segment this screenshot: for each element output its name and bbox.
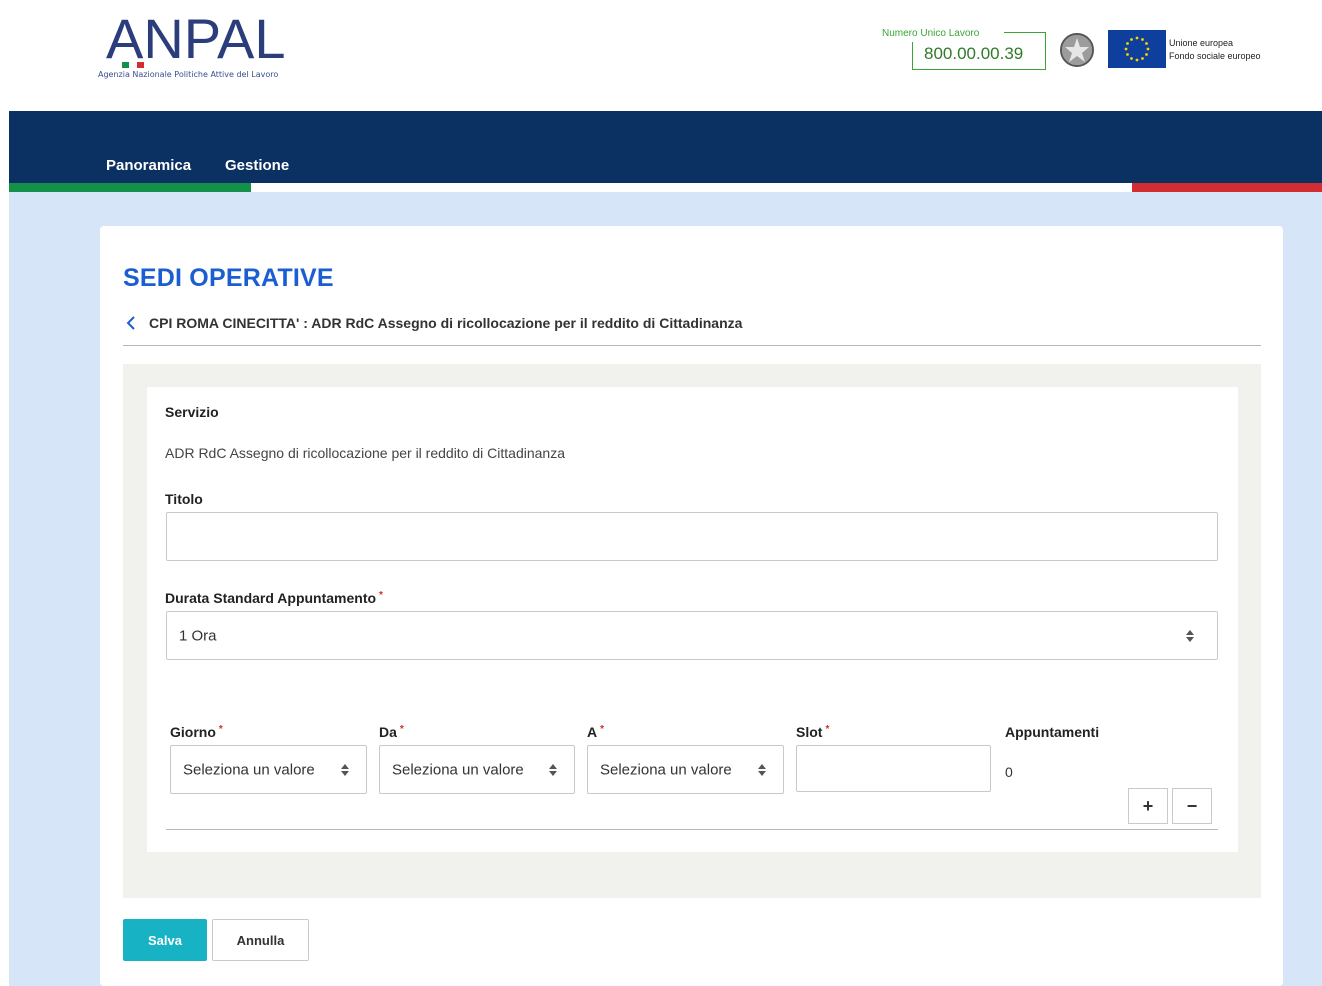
required-marker: * <box>399 724 404 735</box>
titolo-label: Titolo <box>165 491 203 507</box>
durata-label: Durata Standard Appuntamento * <box>165 590 383 606</box>
sort-updown-icon <box>341 763 349 776</box>
giorno-select[interactable]: Seleziona un valore <box>170 745 367 794</box>
durata-select-value: 1 Ora <box>179 627 217 644</box>
a-label: A * <box>587 724 604 740</box>
eu-flag-icon <box>1108 30 1166 68</box>
phone-box: Numero Unico Lavoro 800.00.00.39 <box>880 28 1046 70</box>
add-row-button[interactable]: + <box>1128 788 1168 824</box>
a-select-value: Seleziona un valore <box>600 761 732 778</box>
titolo-input[interactable] <box>166 512 1218 561</box>
tricolor-stripe <box>9 183 1322 192</box>
a-select[interactable]: Seleziona un valore <box>587 745 784 794</box>
required-marker: * <box>218 724 223 735</box>
anpal-logo[interactable]: ANPAL Agenzia Nazionale Politiche Attive… <box>96 10 316 86</box>
appuntamenti-value: 0 <box>1005 764 1013 780</box>
phone-number: 800.00.00.39 <box>924 44 1024 63</box>
giorno-label-text: Giorno <box>170 724 216 740</box>
durata-label-text: Durata Standard Appuntamento <box>165 590 377 606</box>
slot-label-text: Slot <box>796 724 823 740</box>
nav-item-gestione[interactable]: Gestione <box>225 157 289 174</box>
durata-select[interactable]: 1 Ora <box>166 611 1218 660</box>
servizio-value: ADR RdC Assegno di ricollocazione per il… <box>165 445 565 461</box>
eu-line-2: Fondo sociale europeo <box>1169 51 1261 61</box>
appuntamenti-label: Appuntamenti <box>1005 724 1100 740</box>
breadcrumb-text: CPI ROMA CINECITTA' : ADR RdC Assegno di… <box>149 315 743 331</box>
giorno-label: Giorno * <box>170 724 223 740</box>
required-marker: * <box>600 724 605 735</box>
anpal-logo-mark: ANPAL <box>106 10 285 64</box>
chevron-left-icon[interactable] <box>123 313 139 333</box>
page-title: SEDI OPERATIVE <box>123 264 334 292</box>
da-select[interactable]: Seleziona un valore <box>379 745 575 794</box>
main-nav: Panoramica Gestione <box>9 111 1322 183</box>
sort-updown-icon <box>549 763 557 776</box>
da-select-value: Seleziona un valore <box>392 761 524 778</box>
divider <box>123 345 1261 346</box>
sort-updown-icon <box>1186 629 1194 642</box>
eu-line-1: Unione europea <box>1169 38 1234 48</box>
save-button[interactable]: Salva <box>123 919 207 961</box>
logo-text: ANPAL <box>106 10 285 64</box>
a-label-text: A <box>587 724 598 740</box>
da-label: Da * <box>379 724 404 740</box>
italian-flag-icon <box>122 62 144 68</box>
logo-subtitle: Agenzia Nazionale Politiche Attive del L… <box>98 70 279 79</box>
eu-text: Unione europea Fondo sociale europeo <box>1169 37 1261 63</box>
italian-republic-emblem-icon <box>1060 33 1094 67</box>
giorno-select-value: Seleziona un valore <box>183 761 315 778</box>
slot-input[interactable] <box>796 745 991 792</box>
slot-label: Slot * <box>796 724 829 740</box>
nav-item-panoramica[interactable]: Panoramica <box>106 157 191 174</box>
remove-row-button[interactable]: − <box>1172 788 1212 824</box>
divider <box>166 829 1218 830</box>
servizio-label: Servizio <box>165 404 219 420</box>
cancel-button[interactable]: Annulla <box>212 919 309 961</box>
breadcrumb: CPI ROMA CINECITTA' : ADR RdC Assegno di… <box>123 312 742 334</box>
da-label-text: Da <box>379 724 397 740</box>
sort-updown-icon <box>758 763 766 776</box>
header: ANPAL Agenzia Nazionale Politiche Attive… <box>0 0 1322 111</box>
required-marker: * <box>379 590 383 601</box>
required-marker: * <box>825 724 830 735</box>
